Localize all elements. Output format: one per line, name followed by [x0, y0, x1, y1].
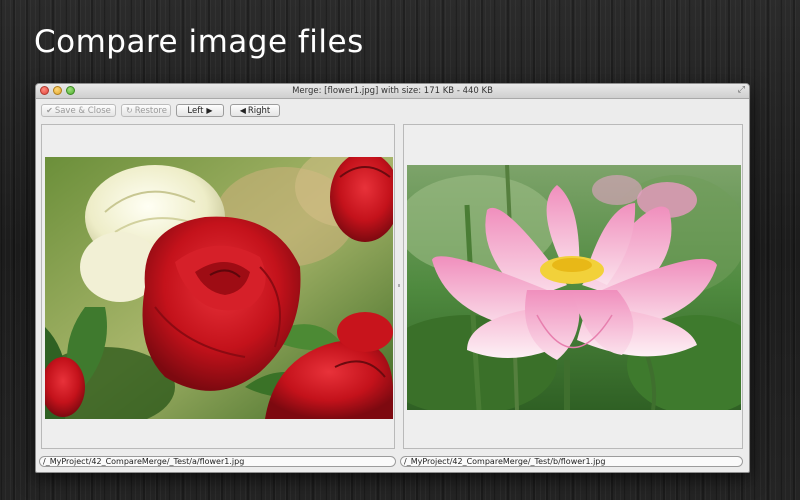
right-image-pane[interactable]	[403, 124, 743, 449]
left-image	[45, 157, 393, 419]
save-close-label: Save & Close	[54, 106, 111, 116]
save-close-button[interactable]: ✔ Save & Close	[41, 104, 116, 117]
window-title: Merge: [flower1.jpg] with size: 171 KB -…	[292, 86, 493, 96]
fullscreen-icon[interactable]: ⤢	[738, 86, 745, 95]
left-file-path: /_MyProject/42_CompareMerge/_Test/a/flow…	[39, 456, 396, 467]
left-image-pane[interactable]	[41, 124, 395, 449]
refresh-icon: ↻	[126, 106, 133, 115]
toolbar: ✔ Save & Close ↻ Restore Left ▶ ◀ Right	[36, 99, 749, 123]
right-label: Right	[247, 106, 271, 116]
merge-window: Merge: [flower1.jpg] with size: 171 KB -…	[35, 83, 750, 473]
divider-grip[interactable]	[398, 284, 400, 287]
restore-button[interactable]: ↻ Restore	[121, 104, 171, 117]
play-right-icon: ▶	[206, 106, 213, 115]
right-image	[407, 165, 741, 410]
pane-divider[interactable]	[397, 124, 401, 449]
checkmark-icon: ✔	[46, 106, 53, 115]
restore-label: Restore	[134, 106, 167, 116]
left-button[interactable]: Left ▶	[176, 104, 224, 117]
right-file-path: /_MyProject/42_CompareMerge/_Test/b/flow…	[400, 456, 743, 467]
left-label: Left	[187, 106, 204, 116]
title-bar[interactable]: Merge: [flower1.jpg] with size: 171 KB -…	[36, 84, 749, 99]
play-left-icon: ◀	[239, 106, 246, 115]
headline-text: Compare image files	[34, 24, 364, 60]
right-button[interactable]: ◀ Right	[230, 104, 280, 117]
